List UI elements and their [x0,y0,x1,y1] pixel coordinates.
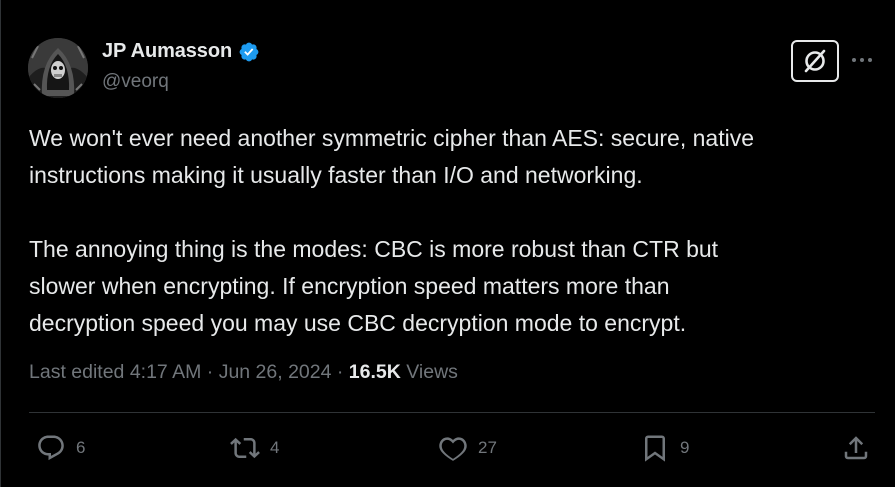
grok-icon [804,49,826,73]
repost-button[interactable]: 4 [230,433,279,463]
share-button[interactable] [841,433,871,463]
heart-icon [439,437,467,461]
bookmark-button[interactable]: 9 [640,433,689,463]
share-icon [844,436,868,460]
left-border [0,0,1,487]
divider [29,412,875,413]
grok-button[interactable] [791,40,839,82]
more-icon[interactable] [850,52,874,68]
avatar-image [28,38,88,98]
reply-count: 6 [76,438,86,457]
author-handle[interactable]: @veorq [102,71,169,93]
reply-button[interactable]: 6 [36,433,85,463]
tweet-paragraph: We won't ever need another symmetric cip… [29,125,754,188]
repost-count: 4 [270,438,280,457]
like-count: 27 [478,438,497,457]
views-label: Views [400,361,458,383]
bookmark-icon [645,435,665,462]
edited-timestamp[interactable]: Last edited 4:17 AM · Jun 26, 2024 · [29,361,349,383]
author-name[interactable]: JP Aumasson [102,40,232,63]
tweet-text: We won't ever need another symmetric cip… [29,120,874,342]
author-name-row: JP Aumasson [102,40,260,63]
avatar[interactable] [28,38,88,98]
views-count: 16.5K [348,361,401,383]
repost-icon [230,437,260,459]
like-button[interactable]: 27 [438,433,497,463]
tweet-paragraph: The annoying thing is the modes: CBC is … [29,236,719,336]
tweet-meta: Last edited 4:17 AM · Jun 26, 2024 · 16.… [29,361,458,384]
reply-icon [38,435,64,461]
bookmark-count: 9 [680,438,690,457]
verified-badge-icon[interactable] [238,41,260,63]
